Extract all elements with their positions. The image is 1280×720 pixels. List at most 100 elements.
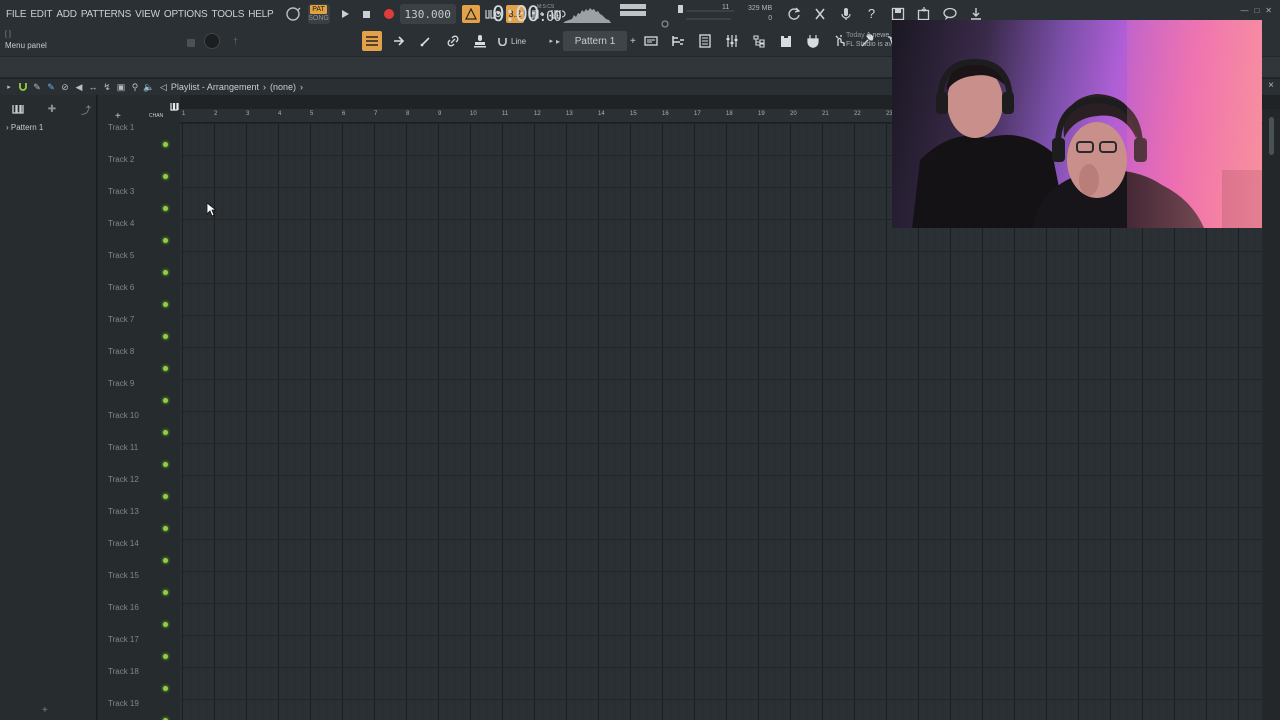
scroll-thumb[interactable] (1269, 117, 1274, 155)
news-panel[interactable]: Today A newe FL Studio is av (846, 31, 892, 49)
help-icon[interactable]: ? (862, 4, 881, 23)
track-header[interactable]: Track 10 (106, 411, 182, 443)
stamp-icon[interactable] (470, 31, 490, 51)
track-header[interactable]: Track 7 (106, 315, 182, 347)
browser-tree-icon[interactable] (749, 31, 769, 51)
track-header[interactable]: Track 1 (106, 123, 182, 155)
playlist-context[interactable]: (none) (270, 82, 296, 92)
picker-pattern-item[interactable]: › Pattern 1 (0, 123, 96, 132)
track-header[interactable]: Track 14 (106, 539, 182, 571)
track-header[interactable]: Track 5 (106, 251, 182, 283)
menu-options[interactable]: OPTIONS (162, 9, 210, 20)
track-mute-led[interactable] (163, 398, 168, 403)
track-mute-led[interactable] (163, 494, 168, 499)
track-mute-led[interactable] (163, 526, 168, 531)
link-icon[interactable] (443, 31, 463, 51)
tempo-display[interactable]: 130.000 (399, 4, 456, 24)
track-header[interactable]: Track 3 (106, 187, 182, 219)
track-header[interactable]: Track 4 (106, 219, 182, 251)
playlist-view-icon[interactable] (362, 31, 382, 51)
track-header[interactable]: Track 2 (106, 155, 182, 187)
playlist-icon[interactable] (641, 31, 661, 51)
picker-add-audio-icon[interactable]: ✚ (44, 100, 60, 118)
cut-icon[interactable] (810, 4, 829, 23)
pencil-icon[interactable] (416, 31, 436, 51)
track-header[interactable]: Track 19 (106, 699, 182, 720)
channel-rack-icon[interactable] (695, 31, 715, 51)
track-header[interactable]: Track 13 (106, 507, 182, 539)
playback-tool-icon[interactable]: 🔈 (142, 80, 156, 94)
track-mute-led[interactable] (163, 334, 168, 339)
pat-song-toggle[interactable]: PAT SONG (307, 4, 330, 24)
add-pattern-icon[interactable]: + (630, 36, 636, 47)
menu-edit[interactable]: EDIT (28, 9, 54, 20)
track-mute-led[interactable] (163, 238, 168, 243)
track-mute-led[interactable] (163, 206, 168, 211)
track-mute-led[interactable] (163, 558, 168, 563)
track-mute-led[interactable] (163, 622, 168, 627)
track-header[interactable]: Track 12 (106, 475, 182, 507)
mute-tool-icon[interactable]: ◀ (72, 80, 86, 94)
playlist-options-arrow-icon[interactable]: ▸ (2, 80, 16, 94)
track-header[interactable]: Track 16 (106, 603, 182, 635)
snap-magnet-icon[interactable] (16, 80, 30, 94)
track-header[interactable]: Track 11 (106, 443, 182, 475)
pattern-selector[interactable]: Pattern 1 (563, 31, 628, 51)
master-pitch-knob[interactable] (204, 33, 220, 49)
menu-view[interactable]: VIEW (133, 9, 162, 20)
picker-automation-icon[interactable]: ⤴ (78, 100, 94, 118)
track-mute-led[interactable] (163, 302, 168, 307)
track-mute-led[interactable] (163, 590, 168, 595)
pattern-prev-icon[interactable]: ▸ (556, 37, 560, 46)
microphone-icon[interactable] (836, 4, 855, 23)
track-header[interactable]: Track 9 (106, 379, 182, 411)
track-header[interactable]: Track 6 (106, 283, 182, 315)
piano-roll-toggle-icon[interactable] (170, 98, 180, 116)
track-mute-led[interactable] (163, 142, 168, 147)
track-mute-led[interactable] (163, 430, 168, 435)
track-mute-led[interactable] (163, 686, 168, 691)
record-button[interactable] (380, 5, 398, 23)
track-header[interactable]: Track 8 (106, 347, 182, 379)
piano-roll-icon[interactable] (668, 31, 688, 51)
paint-tool-icon[interactable]: ✎ (44, 80, 58, 94)
track-mute-led[interactable] (163, 366, 168, 371)
track-header[interactable]: Track 17 (106, 635, 182, 667)
track-mute-led[interactable] (163, 270, 168, 275)
draw-tool-icon[interactable]: ✎ (30, 80, 44, 94)
menu-file[interactable]: FILE (4, 9, 28, 20)
stop-icon[interactable] (358, 5, 376, 23)
maximize-icon[interactable]: □ (1254, 6, 1259, 15)
picker-piano-icon[interactable] (10, 100, 26, 118)
slice-tool-icon[interactable]: ↯ (100, 80, 114, 94)
menu-patterns[interactable]: PATTERNS (79, 9, 133, 20)
select-tool-icon[interactable]: ▣ (114, 80, 128, 94)
arrow-right-icon[interactable] (389, 31, 409, 51)
track-mute-led[interactable] (163, 174, 168, 179)
delete-tool-icon[interactable]: ⊘ (58, 80, 72, 94)
add-track-icon[interactable]: + (115, 111, 121, 122)
metronome-icon[interactable] (461, 5, 480, 23)
cpu-loop-icon[interactable] (284, 5, 302, 23)
zoom-tool-icon[interactable]: ⚲ (128, 80, 142, 94)
track-header[interactable]: Track 18 (106, 667, 182, 699)
track-mute-led[interactable] (163, 654, 168, 659)
mixer-icon[interactable] (722, 31, 742, 51)
close-icon[interactable]: ✕ (1265, 6, 1272, 15)
vertical-scrollbar[interactable] (1263, 109, 1280, 720)
minimize-icon[interactable]: — (1240, 6, 1248, 15)
menu-tools[interactable]: TOOLS (209, 9, 246, 20)
clipboard-icon[interactable] (776, 31, 796, 51)
track-mute-led[interactable] (163, 462, 168, 467)
slip-tool-icon[interactable]: ↔ (86, 80, 100, 94)
plugin-plug-icon[interactable] (803, 31, 823, 51)
refresh-icon[interactable] (784, 4, 803, 23)
play-icon[interactable] (336, 5, 354, 23)
playlist-menu-icon[interactable]: ◁ (160, 82, 167, 93)
picker-add-icon[interactable]: + (42, 705, 48, 716)
menu-add[interactable]: ADD (54, 9, 79, 20)
playlist-close-icon[interactable]: × (1268, 80, 1274, 91)
track-header[interactable]: Track 15 (106, 571, 182, 603)
snap-selector[interactable]: Line ▸ (495, 32, 553, 50)
menu-help[interactable]: HELP (246, 9, 275, 20)
